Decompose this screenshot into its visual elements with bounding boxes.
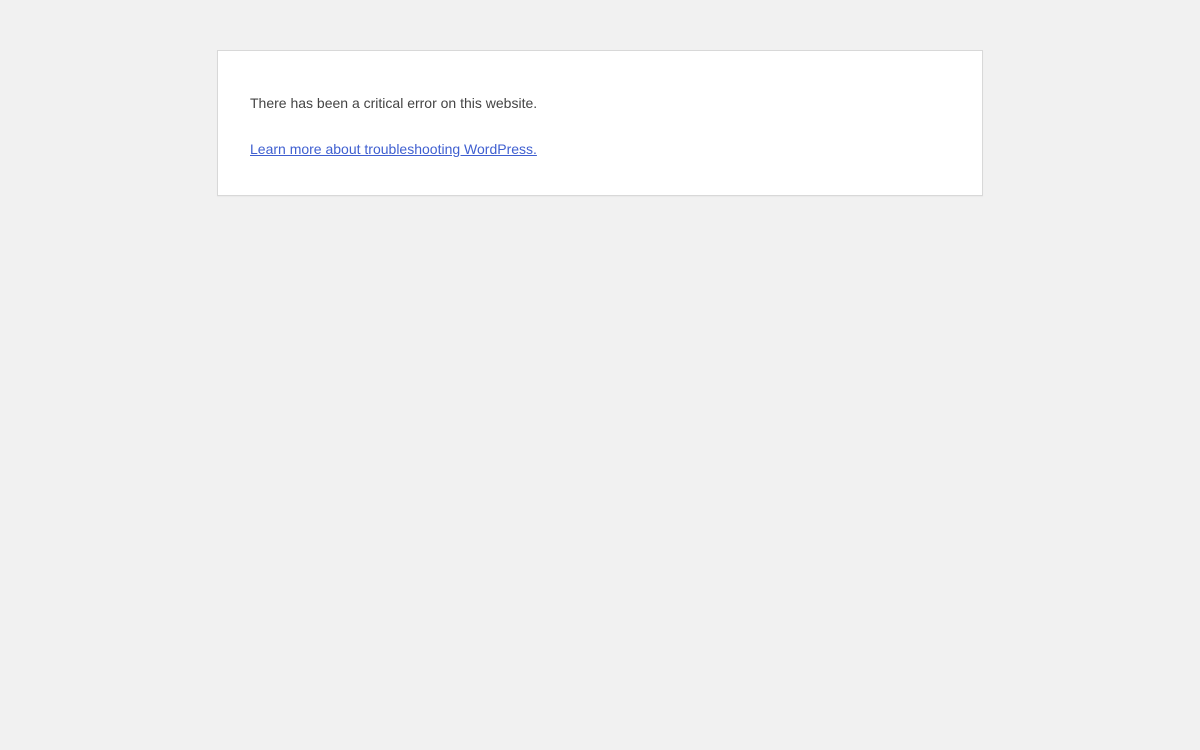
critical-error-message: There has been a critical error on this … bbox=[250, 95, 538, 111]
troubleshooting-link[interactable]: Learn more about troubleshooting WordPre… bbox=[250, 141, 537, 157]
error-card: There has been a critical error on this … bbox=[217, 50, 983, 196]
help-link-paragraph: Learn more about troubleshooting WordPre… bbox=[250, 139, 537, 159]
